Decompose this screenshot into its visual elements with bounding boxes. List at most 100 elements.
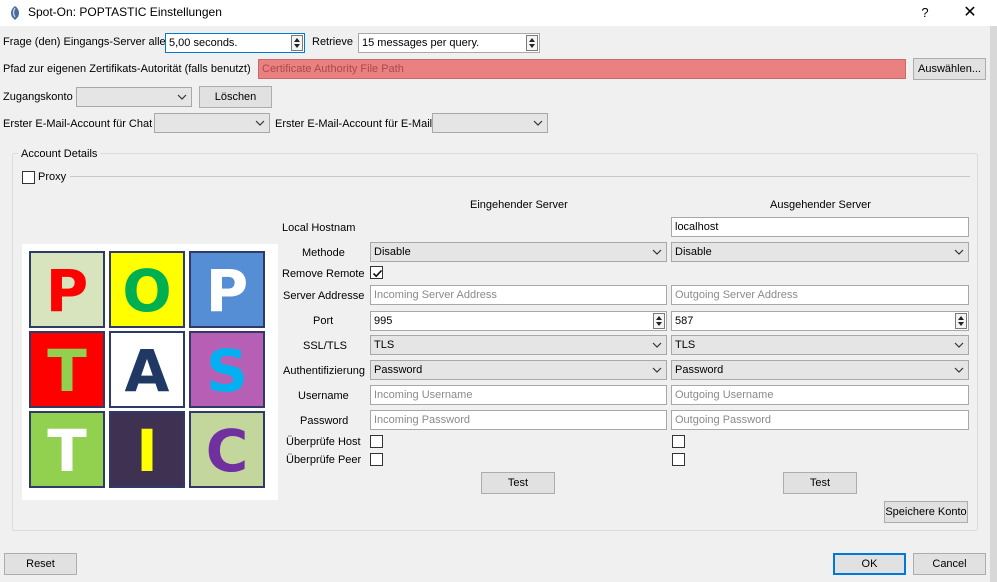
chevron-down-icon bbox=[954, 367, 964, 373]
title-bar: Spot-On: POPTASTIC Einstellungen ? ✕ bbox=[0, 0, 997, 26]
verify-peer-label: Überprüfe Peer bbox=[286, 454, 362, 466]
incoming-verify-peer-checkbox[interactable] bbox=[370, 453, 383, 466]
cancel-button[interactable]: Cancel bbox=[913, 553, 986, 575]
outgoing-password-input[interactable]: Outgoing Password bbox=[671, 410, 969, 430]
proxy-label: Proxy bbox=[38, 171, 67, 183]
incoming-ssl-combo[interactable]: TLS bbox=[370, 335, 667, 355]
outgoing-auth-combo[interactable]: Password bbox=[671, 360, 969, 380]
ssl-tls-label: SSL/TLS bbox=[303, 340, 348, 352]
delete-account-button[interactable]: Löschen bbox=[199, 86, 272, 108]
query-interval-value: 5,00 seconds. bbox=[169, 37, 238, 49]
logo-tile: A bbox=[109, 331, 185, 408]
chevron-down-icon bbox=[652, 249, 662, 255]
save-account-button[interactable]: Speichere Konto bbox=[884, 501, 968, 523]
incoming-method-value: Disable bbox=[374, 246, 411, 258]
outgoing-auth-value: Password bbox=[675, 364, 724, 376]
poptastic-logo: POPTASTIC bbox=[22, 244, 278, 500]
account-label: Zugangskonto bbox=[3, 91, 73, 103]
cert-path-input[interactable]: Certificate Authority File Path bbox=[258, 59, 906, 79]
chevron-down-icon bbox=[652, 342, 662, 348]
settings-dialog: Frage (den) Eingangs-Server alle 5,00 se… bbox=[0, 26, 990, 582]
method-label: Methode bbox=[302, 247, 345, 259]
logo-tile: P bbox=[29, 251, 105, 328]
logo-tile: S bbox=[189, 331, 265, 408]
query-interval-label: Frage (den) Eingangs-Server alle bbox=[3, 36, 166, 48]
ok-button[interactable]: OK bbox=[833, 553, 906, 575]
password-label: Password bbox=[300, 415, 349, 427]
outgoing-server-header: Ausgehender Server bbox=[770, 199, 871, 211]
incoming-username-placeholder: Incoming Username bbox=[374, 389, 473, 401]
chat-account-combo[interactable] bbox=[154, 113, 270, 133]
chevron-down-icon bbox=[652, 367, 662, 373]
logo-tile: O bbox=[109, 251, 185, 328]
incoming-auth-combo[interactable]: Password bbox=[370, 360, 667, 380]
incoming-address-input[interactable]: Incoming Server Address bbox=[370, 285, 667, 305]
incoming-port-spinbox[interactable]: 995 bbox=[370, 311, 667, 331]
outgoing-username-placeholder: Outgoing Username bbox=[675, 389, 774, 401]
app-icon bbox=[11, 6, 19, 20]
outgoing-verify-peer-checkbox[interactable] bbox=[672, 453, 685, 466]
help-button[interactable]: ? bbox=[914, 2, 936, 24]
cert-path-label: Pfad zur eigenen Zertifikats-Autorität (… bbox=[3, 63, 251, 75]
auth-label: Authentifizierung bbox=[283, 365, 365, 377]
incoming-server-header: Eingehender Server bbox=[470, 199, 568, 211]
logo-tile: T bbox=[29, 331, 105, 408]
chevron-down-icon bbox=[255, 120, 265, 126]
background-window-edge bbox=[990, 26, 997, 582]
spin-arrows-icon[interactable] bbox=[526, 35, 538, 51]
incoming-method-combo[interactable]: Disable bbox=[370, 242, 667, 262]
reset-button[interactable]: Reset bbox=[4, 553, 77, 575]
proxy-checkbox[interactable] bbox=[22, 171, 35, 184]
outgoing-test-button[interactable]: Test bbox=[783, 472, 857, 494]
incoming-verify-host-checkbox[interactable] bbox=[370, 435, 383, 448]
chevron-down-icon bbox=[954, 249, 964, 255]
outgoing-ssl-value: TLS bbox=[675, 339, 696, 351]
incoming-test-button[interactable]: Test bbox=[481, 472, 555, 494]
logo-tile: P bbox=[189, 251, 265, 328]
outgoing-local-hostname-value: localhost bbox=[675, 221, 719, 233]
incoming-password-placeholder: Incoming Password bbox=[374, 414, 470, 426]
window-title: Spot-On: POPTASTIC Einstellungen bbox=[28, 5, 222, 19]
query-interval-spinbox[interactable]: 5,00 seconds. bbox=[165, 33, 305, 53]
logo-tile: I bbox=[109, 411, 185, 488]
outgoing-ssl-combo[interactable]: TLS bbox=[671, 335, 969, 355]
account-details-title: Account Details bbox=[18, 148, 101, 160]
proxy-divider bbox=[70, 176, 970, 177]
cert-path-placeholder: Certificate Authority File Path bbox=[262, 63, 404, 75]
chevron-down-icon bbox=[533, 120, 543, 126]
account-combo[interactable] bbox=[76, 87, 192, 107]
email-account-combo[interactable] bbox=[432, 113, 548, 133]
incoming-address-placeholder: Incoming Server Address bbox=[374, 289, 497, 301]
close-button[interactable]: ✕ bbox=[956, 2, 984, 24]
local-hostname-label: Local Hostnam bbox=[282, 222, 356, 234]
retrieve-spinbox[interactable]: 15 messages per query. bbox=[358, 33, 540, 53]
spin-arrows-icon[interactable] bbox=[955, 313, 967, 329]
outgoing-local-hostname-input[interactable]: localhost bbox=[671, 217, 969, 237]
incoming-auth-value: Password bbox=[374, 364, 423, 376]
outgoing-port-spinbox[interactable]: 587 bbox=[671, 311, 969, 331]
logo-tile: C bbox=[189, 411, 265, 488]
outgoing-address-placeholder: Outgoing Server Address bbox=[675, 289, 798, 301]
checkmark-icon bbox=[372, 269, 383, 278]
outgoing-verify-host-checkbox[interactable] bbox=[672, 435, 685, 448]
spin-arrows-icon[interactable] bbox=[291, 35, 303, 51]
spin-arrows-icon[interactable] bbox=[653, 313, 665, 329]
incoming-username-input[interactable]: Incoming Username bbox=[370, 385, 667, 405]
email-account-label: Erster E-Mail-Account für E-Mail bbox=[275, 118, 433, 130]
outgoing-username-input[interactable]: Outgoing Username bbox=[671, 385, 969, 405]
remove-remote-checkbox[interactable] bbox=[370, 266, 383, 279]
retrieve-label: Retrieve bbox=[312, 36, 353, 48]
outgoing-method-combo[interactable]: Disable bbox=[671, 242, 969, 262]
verify-host-label: Überprüfe Host bbox=[286, 436, 361, 448]
remove-remote-label: Remove Remote bbox=[282, 268, 365, 280]
incoming-password-input[interactable]: Incoming Password bbox=[370, 410, 667, 430]
outgoing-method-value: Disable bbox=[675, 246, 712, 258]
outgoing-address-input[interactable]: Outgoing Server Address bbox=[671, 285, 969, 305]
incoming-ssl-value: TLS bbox=[374, 339, 395, 351]
chevron-down-icon bbox=[177, 94, 187, 100]
server-address-label: Server Addresse bbox=[283, 290, 365, 302]
select-cert-button[interactable]: Auswählen... bbox=[913, 58, 986, 80]
username-label: Username bbox=[298, 390, 349, 402]
logo-tile: T bbox=[29, 411, 105, 488]
retrieve-value: 15 messages per query. bbox=[362, 37, 480, 49]
